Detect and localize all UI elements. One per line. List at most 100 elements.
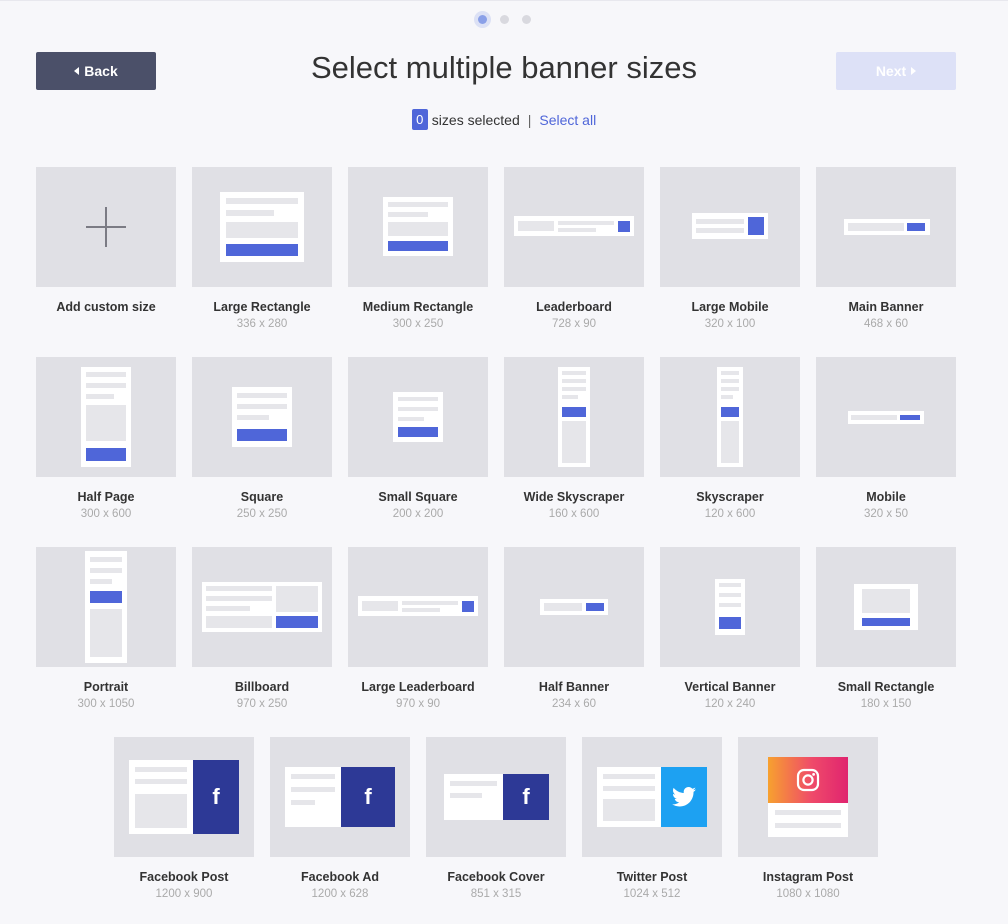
preview-line — [135, 767, 187, 772]
preview-image — [90, 609, 122, 657]
size-card-facebook-post[interactable]: f Facebook Post 1200 x 900 — [114, 737, 254, 900]
preview-line — [721, 379, 739, 383]
size-tile-leaderboard[interactable] — [504, 167, 644, 287]
preview-cta — [907, 223, 925, 231]
step-dot-3[interactable] — [521, 15, 531, 24]
size-card-large-leaderboard[interactable]: Large Leaderboard 970 x 90 — [348, 547, 488, 710]
preview-cta — [862, 618, 910, 626]
size-tile-facebook-cover[interactable]: f — [426, 737, 566, 857]
size-dimensions: 468 x 60 — [863, 318, 909, 330]
size-dimensions: 970 x 90 — [395, 698, 441, 710]
size-card-half-page[interactable]: Half Page 300 x 600 — [36, 357, 176, 520]
preview-line — [388, 212, 428, 217]
size-tile-facebook-ad[interactable]: f — [270, 737, 410, 857]
preview-cta — [618, 221, 630, 232]
preview-line — [398, 407, 438, 411]
size-card-small-square[interactable]: Small Square 200 x 200 — [348, 357, 488, 520]
preview-line — [90, 568, 122, 573]
size-card-large-mobile[interactable]: Large Mobile 320 x 100 — [660, 167, 800, 330]
size-card-skyscraper[interactable]: Skyscraper 120 x 600 — [660, 357, 800, 520]
size-tile-small-rectangle[interactable] — [816, 547, 956, 667]
size-tile-facebook-post[interactable]: f — [114, 737, 254, 857]
step-dot-1[interactable] — [473, 11, 491, 28]
size-dimensions: 970 x 250 — [236, 698, 288, 710]
preview-line — [86, 383, 126, 388]
size-dimensions: 320 x 100 — [704, 318, 756, 330]
size-dimensions: 728 x 90 — [551, 318, 597, 330]
size-tile-large-leaderboard[interactable] — [348, 547, 488, 667]
size-tile-billboard[interactable] — [192, 547, 332, 667]
preview-line — [206, 586, 272, 591]
preview-cta — [388, 241, 448, 251]
preview-cta — [748, 217, 764, 235]
instagram-panel — [768, 757, 848, 803]
size-tile-custom[interactable] — [36, 167, 176, 287]
size-card-facebook-cover[interactable]: f Facebook Cover 851 x 315 — [426, 737, 566, 900]
size-label: Large Mobile — [691, 300, 769, 314]
preview-cta — [90, 591, 122, 603]
size-tile-wide-skyscraper[interactable] — [504, 357, 644, 477]
size-tile-half-page[interactable] — [36, 357, 176, 477]
select-all-link[interactable]: Select all — [539, 112, 596, 128]
size-tile-square[interactable] — [192, 357, 332, 477]
twitter-icon — [672, 787, 696, 807]
size-tile-medium-rectangle[interactable] — [348, 167, 488, 287]
size-card-facebook-ad[interactable]: f Facebook Ad 1200 x 628 — [270, 737, 410, 900]
size-tile-large-rectangle[interactable] — [192, 167, 332, 287]
preview-line — [603, 786, 655, 791]
size-tile-instagram-post[interactable] — [738, 737, 878, 857]
size-card-large-rectangle[interactable]: Large Rectangle 336 x 280 — [192, 167, 332, 330]
size-tile-skyscraper[interactable] — [660, 357, 800, 477]
preview-line — [206, 596, 272, 601]
facebook-panel: f — [341, 767, 395, 827]
preview-line — [558, 228, 596, 232]
preview-cta — [586, 603, 604, 611]
preview-image — [603, 799, 655, 821]
size-label: Small Rectangle — [837, 680, 935, 694]
next-button[interactable]: Next — [836, 52, 956, 90]
size-card-mobile[interactable]: Mobile 320 x 50 — [816, 357, 956, 520]
preview-image — [562, 421, 586, 463]
size-card-half-banner[interactable]: Half Banner 234 x 60 — [504, 547, 644, 710]
size-dimensions: 851 x 315 — [470, 888, 522, 900]
size-dimensions: 120 x 600 — [704, 508, 756, 520]
size-card-small-rectangle[interactable]: Small Rectangle 180 x 150 — [816, 547, 956, 710]
size-label: Half Banner — [538, 680, 610, 694]
size-tile-main-banner[interactable] — [816, 167, 956, 287]
size-tile-twitter-post[interactable] — [582, 737, 722, 857]
size-tile-small-square[interactable] — [348, 357, 488, 477]
step-dot-2[interactable] — [499, 15, 509, 24]
size-tile-portrait[interactable] — [36, 547, 176, 667]
size-card-portrait[interactable]: Portrait 300 x 1050 — [36, 547, 176, 710]
preview-cta — [86, 448, 126, 461]
preview-line — [388, 202, 448, 207]
size-dimensions: 1024 x 512 — [623, 888, 681, 900]
size-card-medium-rectangle[interactable]: Medium Rectangle 300 x 250 — [348, 167, 488, 330]
size-dimensions: 200 x 200 — [392, 508, 444, 520]
size-card-main-banner[interactable]: Main Banner 468 x 60 — [816, 167, 956, 330]
size-card-square[interactable]: Square 250 x 250 — [192, 357, 332, 520]
size-dimensions: 300 x 1050 — [77, 698, 135, 710]
size-tile-mobile[interactable] — [816, 357, 956, 477]
preview-image — [862, 589, 910, 613]
twitter-panel — [661, 767, 707, 827]
size-tile-large-mobile[interactable] — [660, 167, 800, 287]
size-card-vertical-banner[interactable]: Vertical Banner 120 x 240 — [660, 547, 800, 710]
facebook-icon: f — [212, 784, 220, 809]
preview-line — [775, 823, 841, 828]
size-label: Mobile — [866, 490, 906, 504]
size-tile-vertical-banner[interactable] — [660, 547, 800, 667]
size-card-instagram-post[interactable]: Instagram Post 1080 x 1080 — [738, 737, 878, 900]
preview-line — [402, 608, 440, 612]
size-card-leaderboard[interactable]: Leaderboard 728 x 90 — [504, 167, 644, 330]
size-label: Medium Rectangle — [362, 300, 474, 314]
size-card-wide-skyscraper[interactable]: Wide Skyscraper 160 x 600 — [504, 357, 644, 520]
size-tile-half-banner[interactable] — [504, 547, 644, 667]
size-card-custom[interactable]: Add custom size — [36, 167, 176, 314]
size-card-twitter-post[interactable]: Twitter Post 1024 x 512 — [582, 737, 722, 900]
size-card-billboard[interactable]: Billboard 970 x 250 — [192, 547, 332, 710]
top-divider — [0, 0, 1008, 1]
preview-line — [291, 774, 335, 779]
step-indicator — [0, 11, 1008, 28]
preview-line — [398, 397, 438, 401]
